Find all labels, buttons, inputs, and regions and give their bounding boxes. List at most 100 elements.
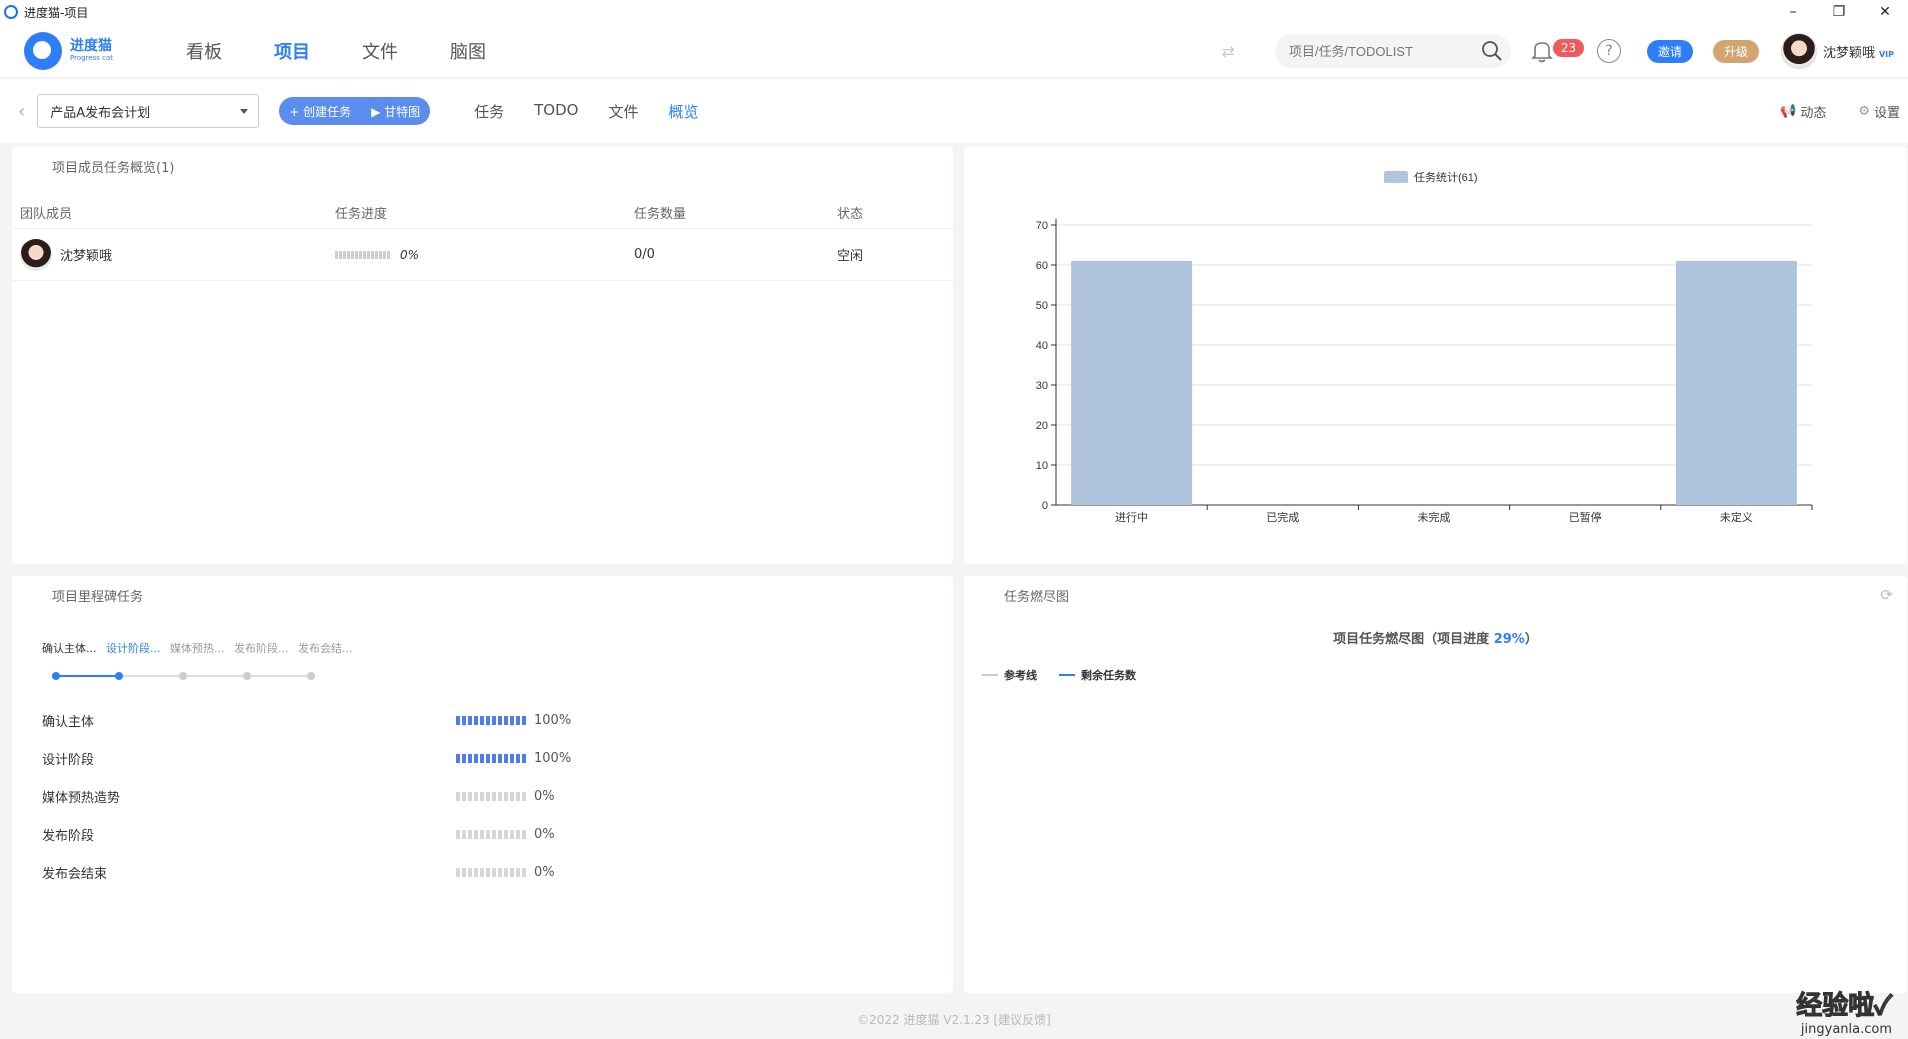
milestone-row[interactable]: 发布阶段 0% [42,815,642,853]
table-row[interactable]: 沈梦颖哦 0% 0/0 空闲 [12,229,953,281]
milestone-percent: 100% [534,712,572,728]
step-dot [115,672,123,680]
vip-badge: VIP [1878,49,1894,59]
notification-badge: 23 [1552,39,1585,57]
milestone-name: 确认主体 [42,714,95,730]
app-icon [4,5,18,19]
column-header: 团队成员 [20,207,73,222]
search-input[interactable] [1288,43,1469,59]
settings-button[interactable]: ⚙ 设置 [1858,102,1900,121]
member-name: 沈梦颖哦 [60,249,113,264]
members-table: 团队成员 任务进度 任务数量 状态 沈梦颖哦 0% 0/0 空闲 [12,197,953,281]
invite-button[interactable]: 邀请 [1646,39,1693,63]
user-name: 沈梦颖哦 [1822,45,1875,61]
window-titlebar: 进度猫-项目 – ❐ ✕ [0,0,1908,24]
legend-remaining[interactable]: 剩余任务数 [1059,667,1136,683]
tab-todo[interactable]: TODO [534,101,578,122]
legend-swatch [1059,674,1075,676]
column-header: 状态 [837,207,864,222]
app-header: 进度猫 Progress cat 看板 项目 文件 脑图 ⇄ 23 ? 邀请 升… [0,24,1908,78]
legend-swatch [1384,171,1408,183]
avatar [20,238,52,271]
milestone-progress-bar [456,829,526,839]
burndown-panel: 任务燃尽图 ⟳ 项目任务燃尽图（项目进度 29%） 参考线 剩余任务数 [964,576,1907,993]
legend-label: 剩余任务数 [1081,669,1136,682]
milestone-step[interactable]: 发布阶段... [234,640,298,656]
tab-tasks[interactable]: 任务 [474,101,504,122]
nav-files[interactable]: 文件 [362,38,398,64]
logo-subtext: Progress cat [70,54,113,62]
x-tick-label: 未定义 [1720,510,1753,524]
legend-swatch [982,674,998,676]
burndown-title-text: 项目任务燃尽图（项目进度 [1333,632,1494,647]
nav-project[interactable]: 项目 [274,38,310,64]
milestone-row[interactable]: 确认主体 100% [42,701,642,739]
back-icon[interactable]: ‹ [18,101,25,122]
milestone-progress-bar [456,791,526,801]
action-button-group: + 创建任务 ▶ 甘特图 [279,97,431,125]
activity-button[interactable]: 📢 动态 [1780,102,1826,121]
task-stats-chart: 任务统计(61) 0 10 20 30 40 50 60 70 进行中 已完成 未完成 已暂停 未定义 [1036,171,1813,524]
member-status: 空闲 [837,249,864,264]
activity-label: 动态 [1800,105,1827,121]
milestones-panel: 项目里程碑任务 确认主体... 设计阶段... 媒体预热... 发布阶段... … [12,576,953,993]
watermark-title: 经验啦✓ [1796,991,1893,1022]
restore-button[interactable]: ❐ [1816,0,1862,24]
refresh-icon[interactable]: ⟳ [1880,586,1893,604]
nav-kanban[interactable]: 看板 [186,38,222,64]
step-dot [179,672,187,680]
burndown-progress: 29% [1493,632,1525,647]
help-icon[interactable]: ? [1596,39,1621,63]
y-tick-label: 50 [1036,300,1048,312]
logo-text: 进度猫 [70,38,112,54]
y-tick-label: 40 [1036,340,1048,352]
nav-mindmap[interactable]: 脑图 [450,38,486,64]
megaphone-icon: 📢 [1780,103,1797,119]
main-nav: 看板 项目 文件 脑图 [186,38,538,64]
milestone-row[interactable]: 媒体预热造势 0% [42,777,642,815]
milestone-step[interactable]: 媒体预热... [170,640,234,656]
tab-files[interactable]: 文件 [608,101,638,122]
milestone-progress-bar [456,867,526,877]
x-tick-label: 进行中 [1115,511,1148,524]
milestone-name: 发布会结束 [42,866,108,882]
swap-icon[interactable]: ⇄ [1222,42,1235,61]
notification-button[interactable]: 23 [1529,38,1585,64]
milestone-percent: 100% [534,750,572,766]
close-button[interactable]: ✕ [1862,0,1908,24]
milestone-row[interactable]: 设计阶段 100% [42,739,642,777]
y-tick-label: 20 [1036,420,1048,432]
logo[interactable]: 进度猫 Progress cat [24,31,154,70]
legend-reference[interactable]: 参考线 [982,667,1037,683]
milestone-name: 设计阶段 [42,752,95,768]
y-tick-label: 30 [1036,380,1048,392]
legend-label: 参考线 [1004,669,1037,682]
burndown-panel-title: 任务燃尽图 [1004,590,1070,605]
gantt-button[interactable]: ▶ 甘特图 [371,103,420,120]
bar-未定义 [1675,261,1797,505]
upgrade-button[interactable]: 升级 [1712,39,1759,63]
minimize-button[interactable]: – [1770,0,1816,24]
project-select[interactable]: 产品A发布会计划 [37,94,260,128]
create-task-button[interactable]: + 创建任务 [289,103,351,120]
tab-overview[interactable]: 概览 [668,101,698,122]
milestone-name: 发布阶段 [42,828,95,844]
footer: ©2022 进度猫 V2.1.23 [建议反馈] [857,1013,1051,1027]
y-tick-label: 60 [1036,260,1048,272]
member-progress-bar [335,250,390,259]
milestone-step[interactable]: 设计阶段... [106,640,170,656]
milestone-progress-bar [456,715,526,725]
milestone-step[interactable]: 发布会结... [298,640,362,656]
column-header: 任务进度 [335,207,388,222]
column-header: 任务数量 [634,207,687,222]
project-select-value: 产品A发布会计划 [50,105,151,121]
milestone-name: 媒体预热造势 [42,790,121,806]
milestone-step[interactable]: 确认主体... [42,640,106,656]
search-icon[interactable] [1481,40,1503,62]
milestone-row[interactable]: 发布会结束 0% [42,853,642,891]
user-menu[interactable]: 沈梦颖哦 VIP [1780,33,1894,69]
member-progress: 0% [400,247,420,262]
table-header: 团队成员 任务进度 任务数量 状态 [12,197,953,229]
member-task-count: 0/0 [634,247,655,262]
milestone-steps: 确认主体... 设计阶段... 媒体预热... 发布阶段... 发布会结... [42,640,362,656]
